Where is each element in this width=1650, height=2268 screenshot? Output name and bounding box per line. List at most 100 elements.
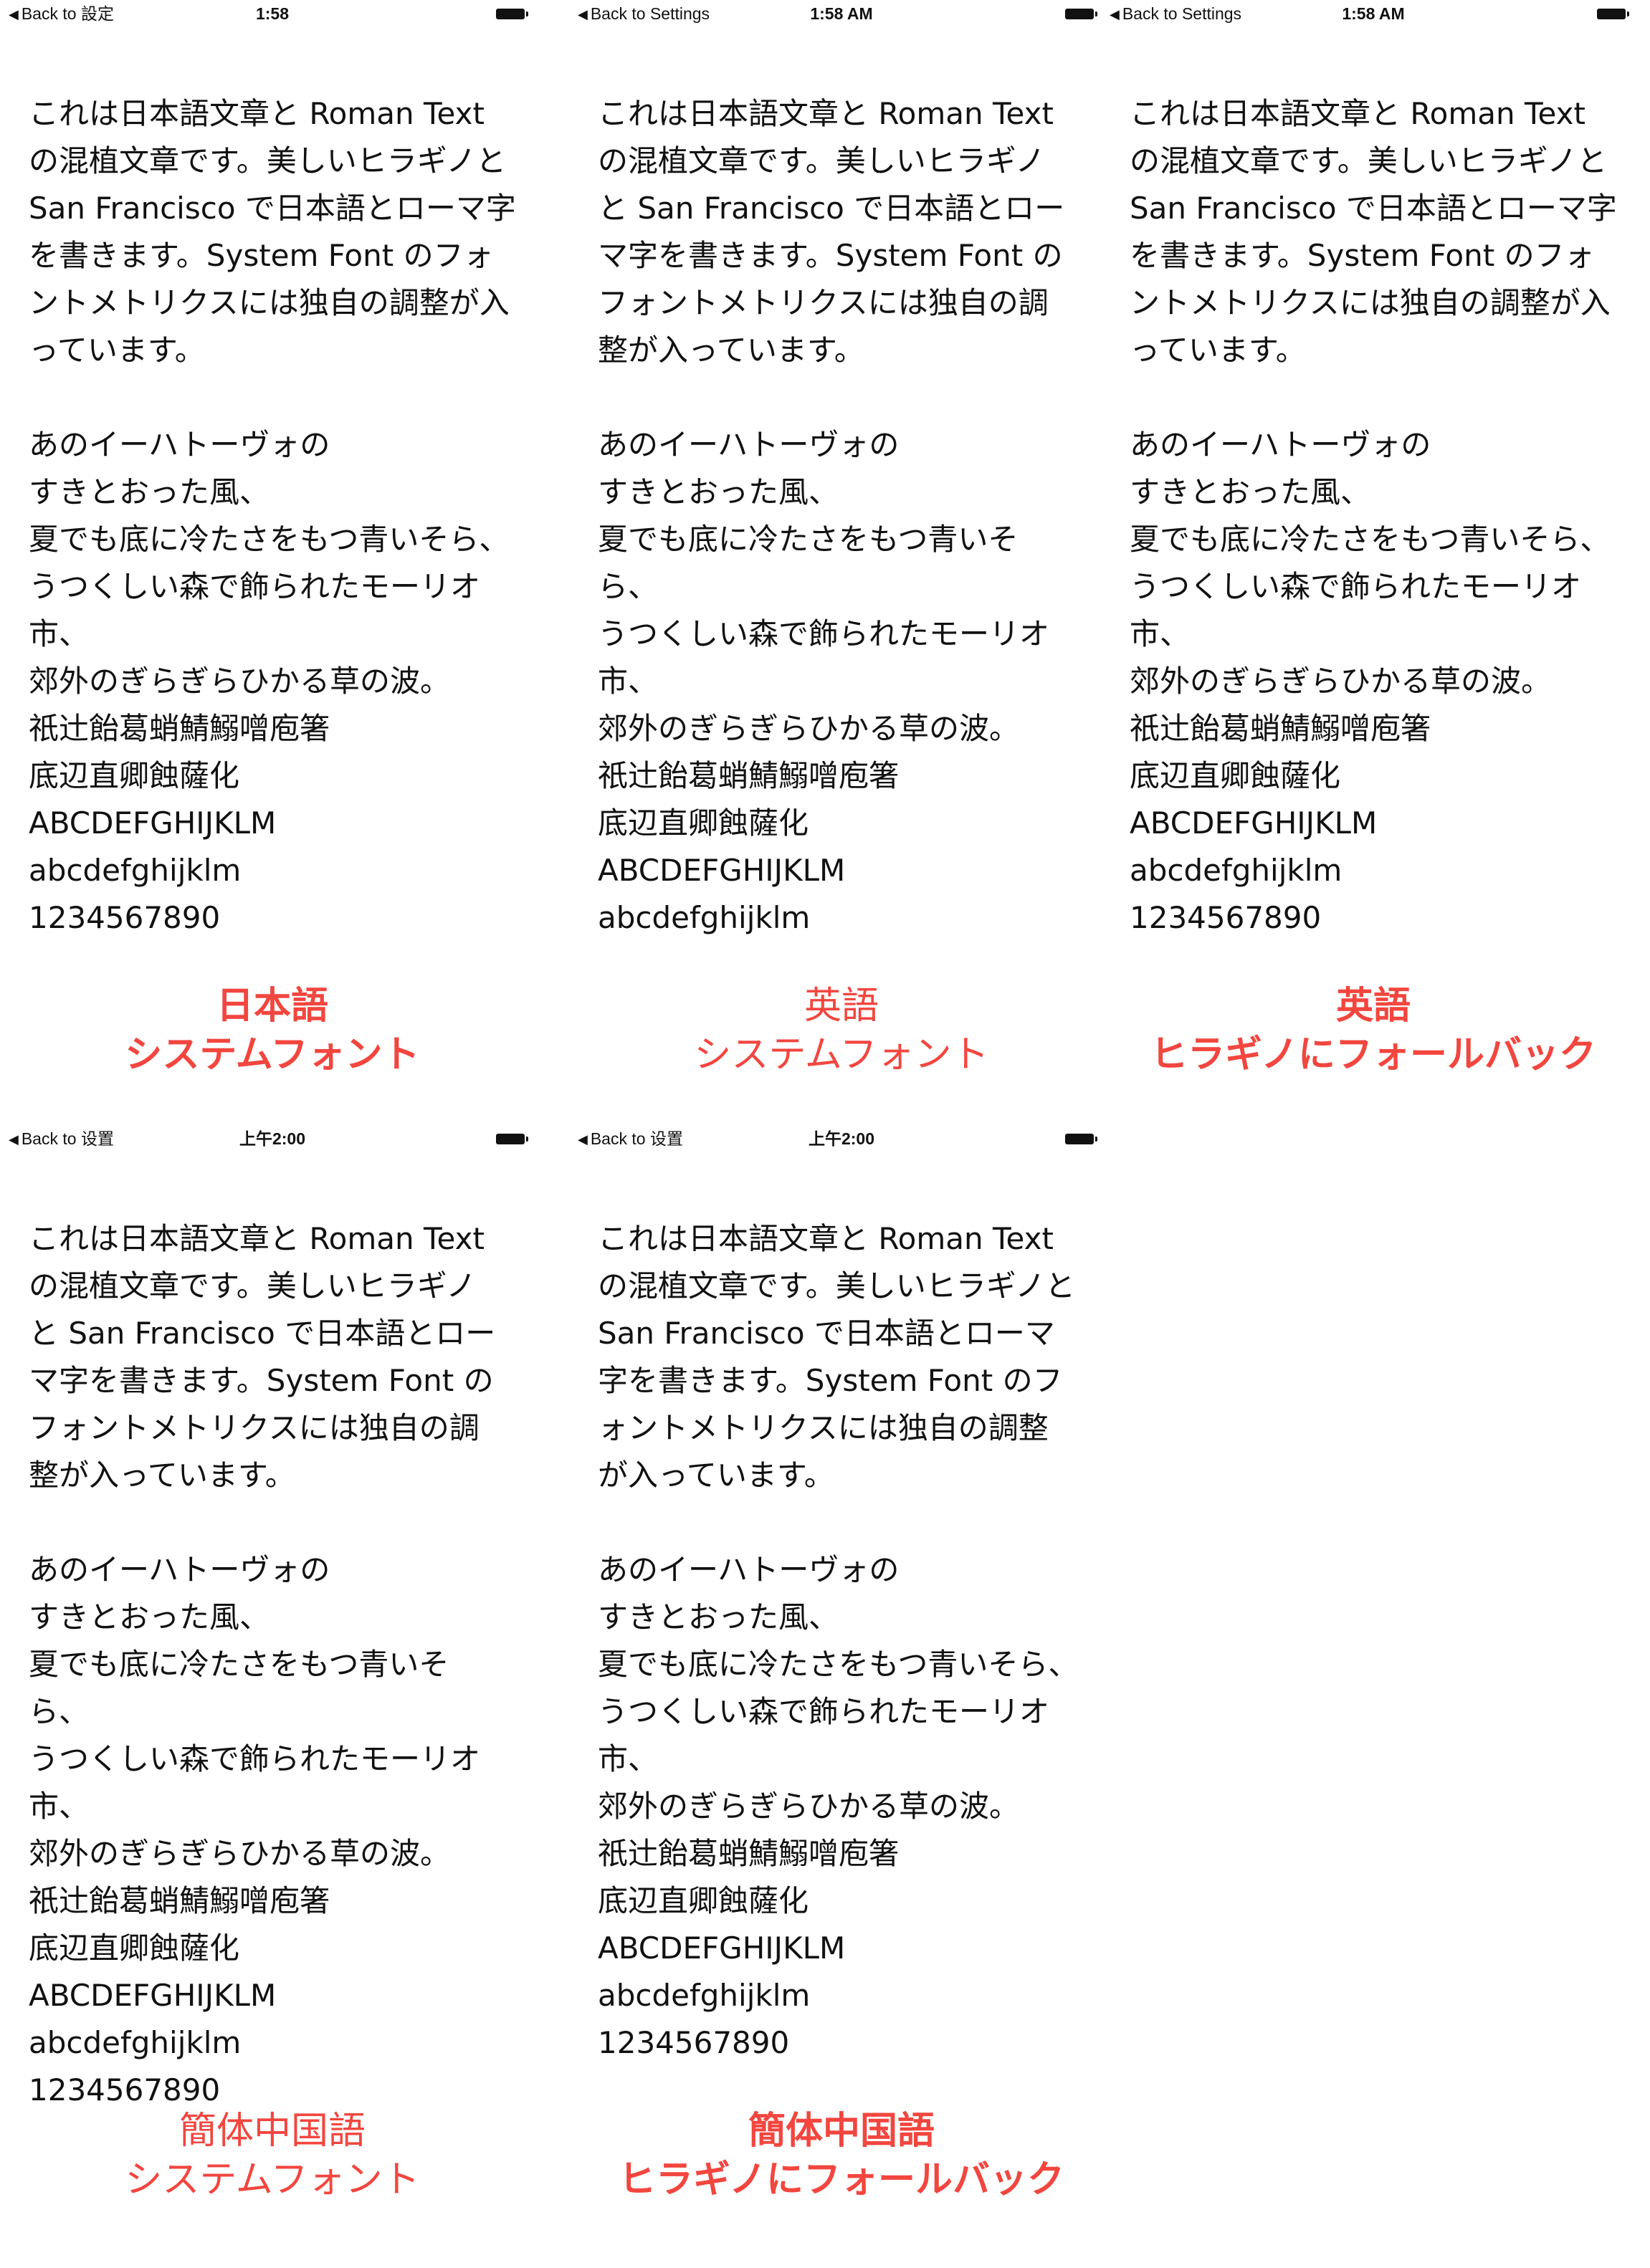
sample-line: ABCDEFGHIJKLM bbox=[598, 1930, 846, 1966]
sample-line: 市、 bbox=[1130, 616, 1191, 651]
sample-paragraph: これは日本語文章と Roman Text の混植文章です。美しいヒラギノと Sa… bbox=[29, 96, 516, 368]
battery-icon bbox=[1597, 9, 1629, 19]
sample-line: すきとおった風、 bbox=[29, 1599, 270, 1635]
sample-line: abcdefghijklm bbox=[29, 2025, 242, 2060]
caption-font: ヒラギノにフォールバック bbox=[619, 2158, 1064, 2201]
sample-line: すきとおった風、 bbox=[598, 474, 839, 509]
sample-line: 夏でも底に冷たさをもつ青いそら、 bbox=[29, 522, 510, 557]
status-bar: ◀ Back to 设置 上午2:00 bbox=[0, 1125, 545, 1157]
sample-paragraph: これは日本語文章と Roman Text の混植文章です。美しいヒラギノと Sa… bbox=[598, 96, 1065, 368]
panel-caption: 英語 システムフォント bbox=[569, 982, 1114, 1079]
panel-caption: 英語 ヒラギノにフォールバック bbox=[1101, 982, 1646, 1079]
sample-line: 市、 bbox=[29, 616, 90, 651]
sample-line: うつくしい森で飾られたモーリオ bbox=[598, 616, 1050, 651]
sample-line: ABCDEFGHIJKLM bbox=[29, 805, 277, 841]
screenshot-panel-english-system-font: ◀ Back to Settings 1:58 AM これは日本語文章と Roma… bbox=[569, 0, 1114, 1118]
sample-line: abcdefghijklm bbox=[29, 853, 242, 888]
panel-caption: 簡体中国語 ヒラギノにフォールバック bbox=[569, 2107, 1114, 2204]
sample-line: 市、 bbox=[598, 664, 659, 699]
screenshot-panel-simplified-chinese-system-font: ◀ Back to 设置 上午2:00 これは日本語文章と Roman Text … bbox=[0, 1125, 545, 2243]
caption-language: 簡体中国語 bbox=[178, 2110, 366, 2153]
sample-line: 1234567890 bbox=[598, 2025, 790, 2060]
sample-line: すきとおった風、 bbox=[29, 474, 270, 509]
sample-line: うつくしい森で飾られたモーリオ bbox=[1130, 569, 1582, 604]
sample-line: ら、 bbox=[29, 1694, 90, 1729]
sample-line: 郊外のぎらぎらひかる草の波。 bbox=[29, 664, 451, 699]
sample-line: abcdefghijklm bbox=[598, 900, 811, 935]
sample-line: あのイーハトーヴォの bbox=[29, 1552, 330, 1587]
sample-paragraph: これは日本語文章と Roman Text の混植文章です。美しいヒラギノと Sa… bbox=[598, 1221, 1076, 1493]
status-bar: ◀ Back to 设置 上午2:00 bbox=[569, 1125, 1114, 1157]
sample-line: 夏でも底に冷たさをもつ青いそ bbox=[598, 522, 1019, 557]
caption-font: システムフォント bbox=[125, 2158, 420, 2201]
caption-language: 英語 bbox=[1335, 985, 1411, 1028]
sample-line: すきとおった風、 bbox=[1130, 474, 1371, 509]
sample-line: 1234567890 bbox=[29, 900, 221, 935]
sample-paragraph: これは日本語文章と Roman Text の混植文章です。美しいヒラギノと Sa… bbox=[1130, 96, 1617, 368]
sample-text: これは日本語文章と Roman Text の混植文章です。美しいヒラギノと Sa… bbox=[598, 90, 1071, 949]
sample-line: 祇辻飴葛蛸鯖鰯噌庖箸 bbox=[29, 1883, 330, 1918]
sample-line: すきとおった風、 bbox=[598, 1599, 839, 1635]
battery-icon bbox=[1065, 1134, 1097, 1144]
sample-line: あのイーハトーヴォの bbox=[598, 427, 900, 462]
caption-font: ヒラギノにフォールバック bbox=[1150, 1033, 1596, 1076]
sample-line: 底辺直卿蝕薩化 bbox=[598, 1883, 809, 1918]
status-time: 1:58 AM bbox=[810, 4, 873, 23]
sample-paragraph: これは日本語文章と Roman Text の混植文章です。美しいヒラギノと Sa… bbox=[29, 1221, 496, 1493]
sample-line: abcdefghijklm bbox=[1130, 853, 1343, 888]
panel-caption: 簡体中国語 システムフォント bbox=[0, 2107, 545, 2204]
battery-icon bbox=[1065, 9, 1097, 19]
battery-icon bbox=[496, 1134, 528, 1144]
sample-line: うつくしい森で飾られたモーリオ bbox=[598, 1694, 1050, 1729]
sample-line: 祇辻飴葛蛸鯖鰯噌庖箸 bbox=[29, 711, 330, 746]
sample-line: 底辺直卿蝕薩化 bbox=[29, 1930, 240, 1966]
status-time: 1:58 bbox=[255, 4, 290, 23]
sample-line: 夏でも底に冷たさをもつ青いそら、 bbox=[598, 1647, 1078, 1682]
status-time: 1:58 AM bbox=[1342, 4, 1405, 23]
sample-text: これは日本語文章と Roman Text の混植文章です。美しいヒラギノと Sa… bbox=[598, 1215, 1078, 2079]
sample-line: 祇辻飴葛蛸鯖鰯噌庖箸 bbox=[598, 1836, 900, 1871]
battery-icon bbox=[496, 9, 528, 19]
sample-line: あのイーハトーヴォの bbox=[29, 427, 330, 462]
status-time: 上午2:00 bbox=[808, 1129, 875, 1148]
sample-line: あのイーハトーヴォの bbox=[1130, 427, 1431, 462]
sample-line: 祇辻飴葛蛸鯖鰯噌庖箸 bbox=[598, 758, 900, 793]
sample-line: ABCDEFGHIJKLM bbox=[29, 1978, 277, 2013]
caption-language: 日本語 bbox=[216, 985, 328, 1028]
sample-line: うつくしい森で飾られたモーリオ bbox=[29, 1741, 481, 1776]
status-bar: ◀ Back to 設定 1:58 bbox=[0, 0, 545, 32]
sample-line: 郊外のぎらぎらひかる草の波。 bbox=[598, 711, 1020, 746]
caption-font: システムフォント bbox=[694, 1033, 989, 1076]
sample-line: 底辺直卿蝕薩化 bbox=[29, 758, 240, 793]
status-bar: ◀ Back to Settings 1:58 AM bbox=[569, 0, 1114, 32]
sample-line: 市、 bbox=[598, 1741, 659, 1776]
sample-line: 郊外のぎらぎらひかる草の波。 bbox=[1130, 664, 1552, 699]
screenshot-panel-simplified-chinese-hiragino-fallback: ◀ Back to 设置 上午2:00 これは日本語文章と Roman Text … bbox=[569, 1125, 1114, 2243]
sample-text: これは日本語文章と Roman Text の混植文章です。美しいヒラギノと Sa… bbox=[29, 90, 516, 954]
sample-line: abcdefghijklm bbox=[598, 1978, 811, 2013]
sample-line: 底辺直卿蝕薩化 bbox=[1130, 758, 1341, 793]
caption-language: 簡体中国語 bbox=[748, 2110, 935, 2153]
sample-line: うつくしい森で飾られたモーリオ bbox=[29, 569, 481, 604]
caption-language: 英語 bbox=[803, 985, 879, 1028]
sample-line: あのイーハトーヴォの bbox=[598, 1552, 900, 1587]
sample-line: ら、 bbox=[598, 569, 659, 604]
sample-line: ABCDEFGHIJKLM bbox=[598, 853, 846, 888]
sample-line: 市、 bbox=[29, 1789, 90, 1824]
status-time: 上午2:00 bbox=[239, 1129, 306, 1148]
screenshot-panel-english-hiragino-fallback: ◀ Back to Settings 1:58 AM これは日本語文章と Roma… bbox=[1101, 0, 1646, 1118]
caption-font: システムフォント bbox=[125, 1033, 420, 1076]
sample-line: 1234567890 bbox=[598, 942, 1071, 949]
status-bar: ◀ Back to Settings 1:58 AM bbox=[1101, 0, 1646, 32]
sample-line: 祇辻飴葛蛸鯖鰯噌庖箸 bbox=[1130, 711, 1431, 746]
screenshot-panel-japanese-system-font: ◀ Back to 設定 1:58 これは日本語文章と Roman Text の混… bbox=[0, 0, 545, 1118]
panel-caption: 日本語 システムフォント bbox=[0, 982, 545, 1079]
sample-line: 底辺直卿蝕薩化 bbox=[598, 805, 809, 841]
sample-text: これは日本語文章と Roman Text の混植文章です。美しいヒラギノと Sa… bbox=[1130, 90, 1617, 954]
sample-line: 夏でも底に冷たさをもつ青いそ bbox=[29, 1647, 449, 1682]
sample-line: ABCDEFGHIJKLM bbox=[1130, 805, 1378, 841]
sample-text: これは日本語文章と Roman Text の混植文章です。美しいヒラギノと Sa… bbox=[29, 1215, 502, 2168]
sample-line: 郊外のぎらぎらひかる草の波。 bbox=[598, 1789, 1020, 1824]
sample-line: 1234567890 bbox=[1130, 900, 1322, 935]
sample-line: 郊外のぎらぎらひかる草の波。 bbox=[29, 1836, 451, 1871]
